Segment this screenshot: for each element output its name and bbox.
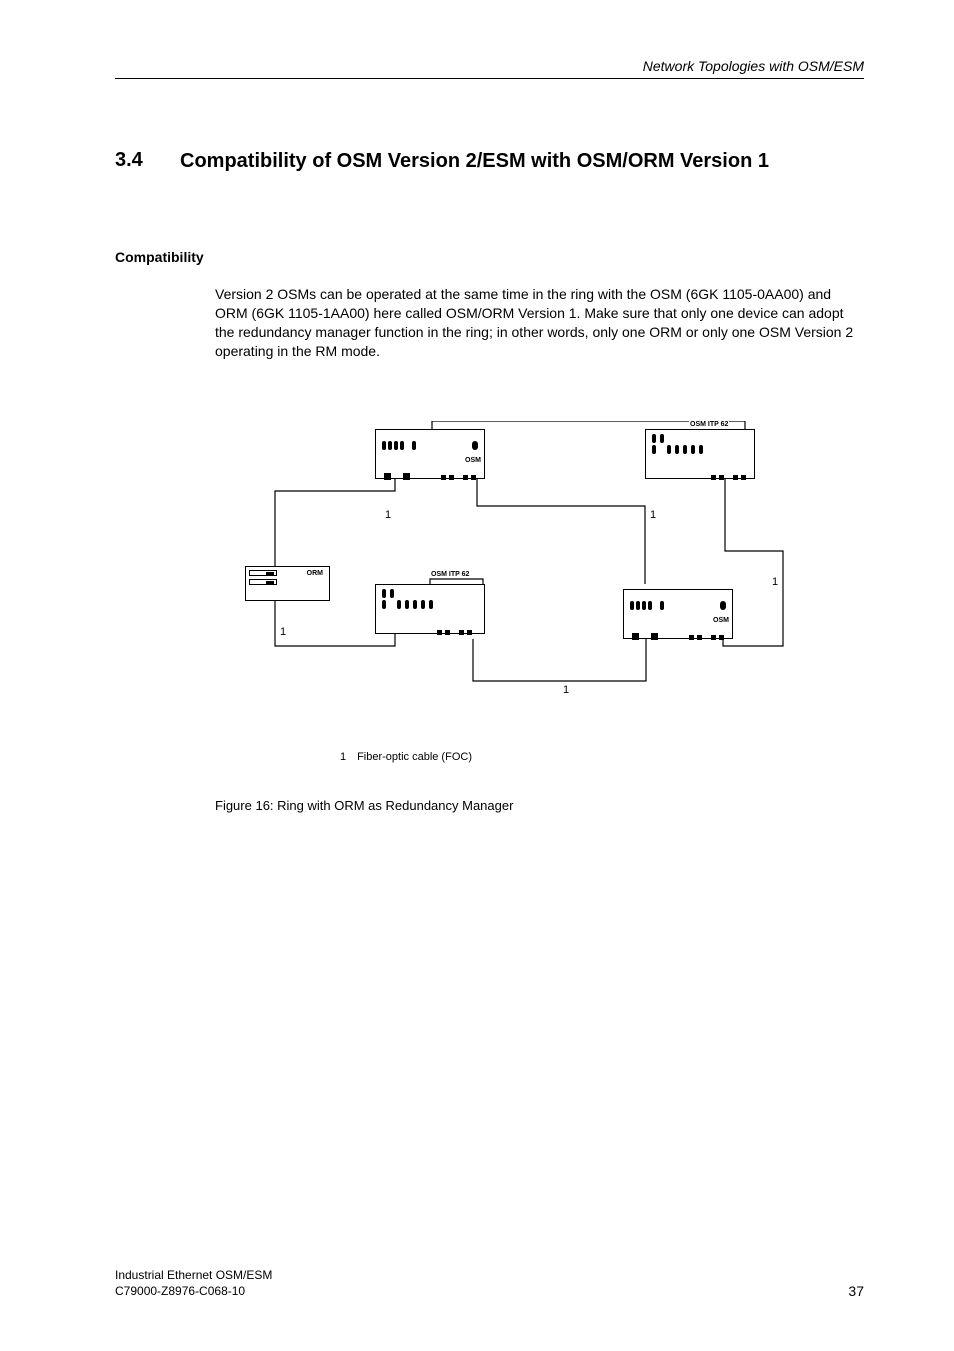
device-label-orm: ORM [307,570,323,577]
device-label-osm: OSM [465,457,481,464]
device-osm-itp-top-right [645,429,755,479]
running-header: Network Topologies with OSM/ESM [115,58,864,79]
section-title: Compatibility of OSM Version 2/ESM with … [180,149,769,174]
page-number: 37 [848,1283,864,1299]
section-heading: 3.4 Compatibility of OSM Version 2/ESM w… [115,149,864,174]
legend-number: 1 [340,751,354,763]
figure-legend: 1 Fiber-optic cable (FOC) [340,751,864,763]
footer-doc-title: Industrial Ethernet OSM/ESM [115,1267,272,1283]
cable-label-1c: 1 [772,576,778,588]
device-label-osm-itp-top-right: OSM ITP 62 [689,421,729,428]
device-osm-bottom-right: OSM [623,589,733,639]
footer-doc-id: C79000-Z8976-C068-10 [115,1283,272,1299]
section-number: 3.4 [115,149,180,172]
device-label-osm-itp-bottom-left: OSM ITP 62 [430,571,470,578]
device-orm: ORM [245,566,330,601]
cable-label-1a: 1 [385,509,391,521]
cable-label-1b: 1 [650,509,656,521]
figure-diagram: OSM OSM ITP 62 ORM [245,421,785,731]
device-osm-top-left: OSM [375,429,485,479]
device-label-osm-br: OSM [713,617,729,624]
device-osm-itp-bottom-left [375,584,485,634]
body-paragraph: Version 2 OSMs can be operated at the sa… [215,285,864,361]
subheading-compatibility: Compatibility [115,249,864,265]
cable-label-1d: 1 [280,626,286,638]
cable-label-1e: 1 [563,684,569,696]
legend-text: Fiber-optic cable (FOC) [357,751,472,763]
page-footer: Industrial Ethernet OSM/ESM C79000-Z8976… [115,1267,864,1299]
figure-caption: Figure 16: Ring with ORM as Redundancy M… [215,798,864,813]
header-title: Network Topologies with OSM/ESM [115,58,864,74]
